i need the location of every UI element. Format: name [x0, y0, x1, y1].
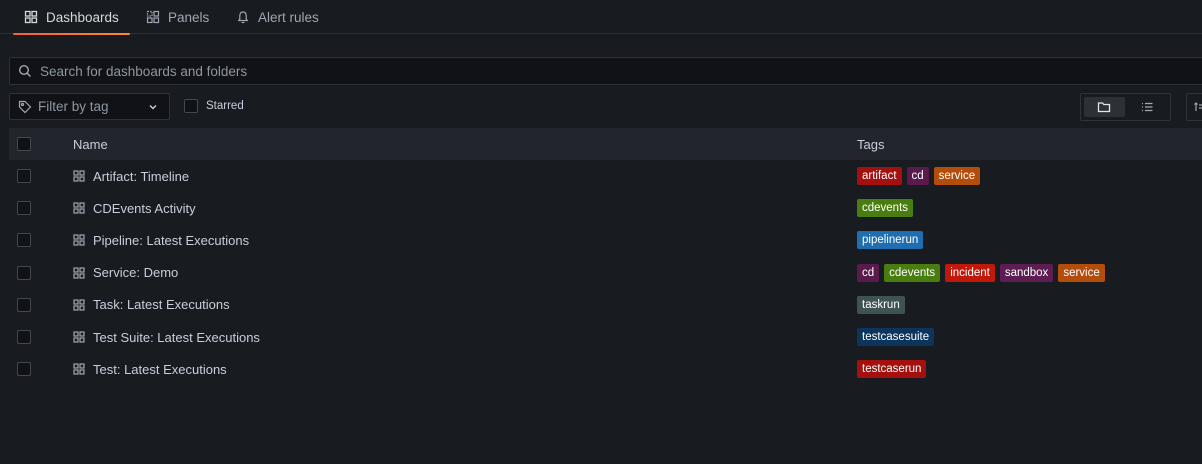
tag-badge[interactable]: cd — [906, 167, 929, 185]
dashboard-grid-icon — [73, 170, 85, 182]
tab-label: Dashboards — [46, 9, 119, 25]
dashboard-grid-icon — [73, 234, 85, 246]
table-row[interactable]: Test Suite: Latest Executions testcasesu… — [9, 321, 1202, 353]
tab-dashboards[interactable]: Dashboards — [13, 0, 130, 35]
dashboard-grid-icon — [73, 363, 85, 375]
sort-button[interactable] — [1186, 93, 1202, 121]
dashboard-title-link[interactable]: Test: Latest Executions — [93, 353, 227, 385]
tag-list: cdevents — [857, 199, 914, 218]
dashboard-grid-icon — [73, 202, 85, 214]
tag-badge[interactable]: incident — [945, 263, 995, 282]
dashboard-grid-icon — [73, 299, 85, 311]
tag-badge[interactable]: service — [1058, 263, 1105, 282]
row-checkbox[interactable] — [17, 201, 31, 216]
tag-list: cd cdevents incident sandbox service — [857, 263, 1105, 282]
dashboard-grid-icon — [73, 331, 85, 343]
folder-view-button[interactable] — [1084, 97, 1125, 117]
tag-badge[interactable]: pipelinerun — [857, 231, 924, 250]
tag-badge[interactable]: taskrun — [857, 295, 905, 314]
folder-icon — [1097, 100, 1111, 114]
list-view-button[interactable] — [1127, 97, 1168, 117]
search-box — [9, 57, 1202, 85]
dashboard-grid-icon — [73, 266, 85, 279]
tab-bar: Dashboards Panels Alert rules — [0, 0, 1202, 35]
table-row[interactable]: CDEvents Activity cdevents — [9, 192, 1202, 224]
dashboard-title-link[interactable]: Artifact: Timeline — [93, 160, 189, 192]
tag-list: testcaserun — [857, 360, 927, 379]
tag-list: taskrun — [857, 295, 905, 314]
tab-panels[interactable]: Panels — [146, 0, 209, 34]
name-column-header: Name — [73, 136, 108, 152]
view-toggle — [1080, 93, 1171, 121]
tab-label: Alert rules — [258, 9, 319, 25]
dashboard-title-link[interactable]: Pipeline: Latest Executions — [93, 224, 249, 256]
panels-icon — [146, 10, 160, 24]
search-input[interactable] — [38, 62, 1202, 80]
tag-badge[interactable]: testcasesuite — [857, 328, 935, 346]
row-checkbox[interactable] — [17, 297, 31, 312]
row-checkbox[interactable] — [17, 330, 31, 344]
dashboard-title-link[interactable]: Service: Demo — [93, 257, 178, 289]
starred-label: Starred — [206, 100, 244, 112]
row-checkbox[interactable] — [17, 169, 31, 183]
select-all-checkbox[interactable] — [17, 137, 31, 151]
dashboard-title-link[interactable]: Task: Latest Executions — [93, 289, 230, 321]
tag-badge[interactable]: cdevents — [884, 263, 941, 282]
table-row[interactable]: Pipeline: Latest Executions pipelinerun — [9, 224, 1202, 256]
tab-alert-rules[interactable]: Alert rules — [236, 0, 319, 34]
dashboard-title-link[interactable]: Test Suite: Latest Executions — [93, 321, 260, 353]
table-row[interactable]: Task: Latest Executions taskrun — [9, 289, 1202, 321]
tag-badge[interactable]: sandbox — [999, 263, 1054, 282]
tag-badge[interactable]: service — [933, 167, 981, 185]
tag-badge[interactable]: testcaserun — [857, 360, 927, 379]
list-icon — [1140, 100, 1154, 114]
sort-icon — [1193, 101, 1202, 113]
tag-list: testcasesuite — [857, 328, 935, 346]
tag-filter-select[interactable]: Filter by tag — [9, 93, 170, 120]
tag-icon — [18, 100, 32, 114]
search-icon — [18, 64, 32, 78]
bell-icon — [236, 10, 250, 24]
tags-column-header: Tags — [857, 136, 885, 152]
row-checkbox[interactable] — [17, 233, 31, 248]
row-checkbox[interactable] — [17, 265, 31, 280]
tag-badge[interactable]: cdevents — [857, 199, 914, 218]
dashboard-title-link[interactable]: CDEvents Activity — [93, 192, 196, 224]
table-row[interactable]: Service: Demo cd cdevents incident sandbox s… — [9, 257, 1202, 289]
table-header: Name Tags — [9, 128, 1202, 160]
tag-badge[interactable]: cd — [857, 263, 880, 282]
dashboards-grid-icon — [24, 10, 38, 24]
tag-list: artifact cd service — [857, 167, 981, 185]
tab-label: Panels — [168, 9, 210, 25]
tag-badge[interactable]: artifact — [857, 167, 902, 185]
starred-checkbox[interactable] — [184, 99, 198, 113]
starred-filter[interactable]: Starred — [184, 99, 244, 113]
table-row[interactable]: Test: Latest Executions testcaserun — [9, 353, 1202, 385]
tag-list: pipelinerun — [857, 231, 924, 250]
chevron-down-icon — [147, 101, 159, 113]
tag-filter-label: Filter by tag — [38, 99, 109, 114]
row-checkbox[interactable] — [17, 362, 31, 377]
table-row[interactable]: Artifact: Timeline artifact cd service — [9, 160, 1202, 192]
